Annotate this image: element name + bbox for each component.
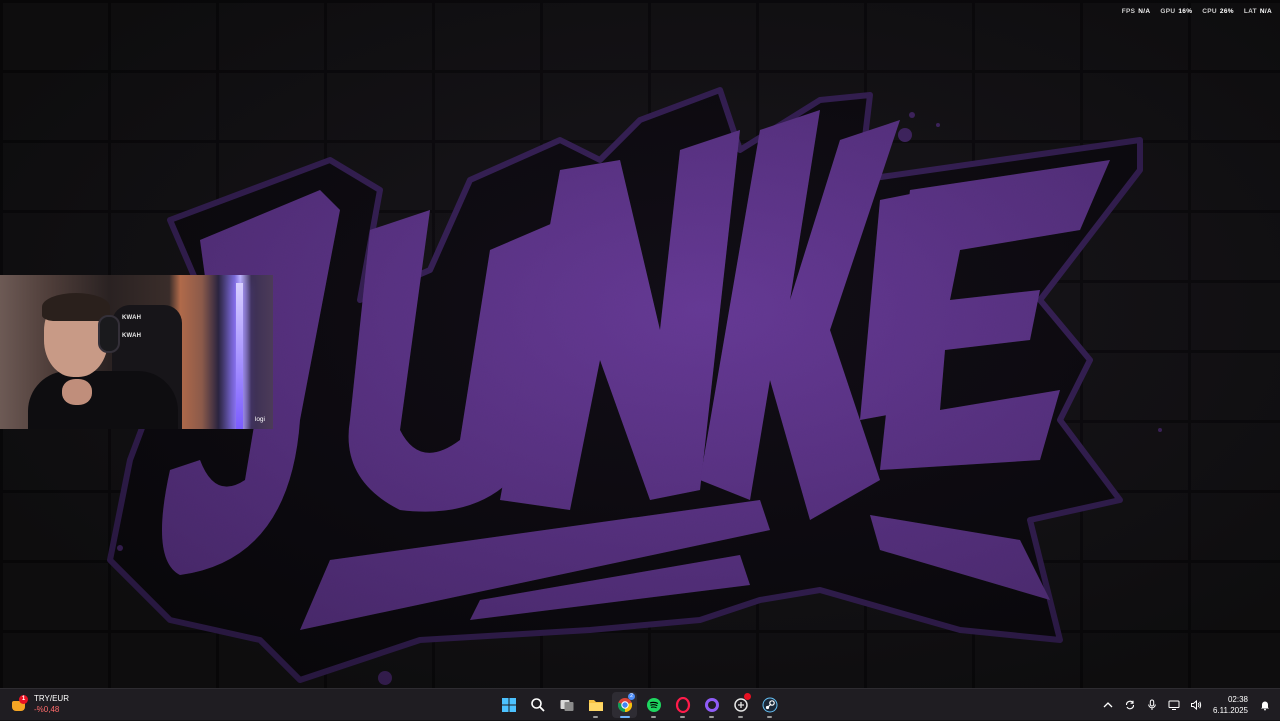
chair-logo-text-2: KWAH [122, 333, 142, 339]
network-icon [1168, 700, 1180, 710]
currency-icon: 1 [10, 695, 28, 713]
microphone-tray-button[interactable] [1145, 698, 1159, 712]
start-icon [501, 698, 516, 712]
task-view-icon [560, 700, 573, 711]
cpu-value: 26% [1219, 8, 1234, 15]
sync-tray-button[interactable] [1123, 698, 1137, 712]
microphone-icon [1148, 699, 1156, 710]
performance-overlay: FPS N/A GPU 16% CPU 26% LAT N/A [1122, 8, 1272, 15]
chrome-badge: 2 [628, 693, 635, 700]
taskbar-apps: 2 [496, 692, 782, 718]
desktop-wallpaper: FPS N/A GPU 16% CPU 26% LAT N/A KWAH KWA… [0, 0, 1280, 688]
chair-logo-text: KWAH [122, 315, 142, 321]
chrome-button[interactable]: 2 [612, 692, 637, 718]
steam-button[interactable] [757, 692, 782, 718]
gpu-metric: GPU 16% [1160, 8, 1192, 15]
letter-e [880, 160, 1110, 470]
volume-tray-button[interactable] [1189, 698, 1203, 712]
cpu-label: CPU [1202, 8, 1217, 15]
webcam-brand: logi [254, 416, 265, 423]
webcam-overlay[interactable]: KWAH KWAH logi [0, 275, 273, 429]
led-light-bar [236, 283, 243, 429]
opera-gx-button[interactable] [670, 692, 695, 718]
spotify-button[interactable] [641, 692, 666, 718]
obs-icon [704, 698, 719, 712]
person-body [28, 371, 178, 429]
widget-change: -%0,48 [34, 705, 60, 714]
person-hand [62, 379, 92, 405]
gpu-label: GPU [1160, 8, 1176, 15]
task-view-button[interactable] [554, 692, 579, 718]
search-icon [530, 698, 545, 712]
cpu-metric: CPU 26% [1202, 8, 1234, 15]
search-button[interactable] [525, 692, 550, 718]
fps-value: N/A [1138, 8, 1151, 15]
notification-badge [744, 693, 751, 700]
person-hair [42, 293, 110, 321]
spotify-icon [646, 698, 661, 712]
obs-button[interactable] [699, 692, 724, 718]
clock-date: 6.11.2025 [1213, 706, 1248, 715]
system-tray: 02:38 6.11.2025 [1101, 689, 1272, 721]
start-button[interactable] [496, 692, 521, 718]
widget-title: TRY/EUR [34, 694, 69, 703]
widget-badge: 1 [19, 695, 28, 704]
clock[interactable]: 02:38 6.11.2025 [1211, 694, 1250, 716]
steam-icon [762, 697, 777, 713]
latency-value: N/A [1259, 8, 1272, 15]
taskbar: 1 TRY/EUR -%0,48 2 02:38 6.11.2025 [0, 688, 1280, 720]
sync-icon [1125, 700, 1135, 710]
opera-gx-icon [675, 697, 690, 713]
file-explorer-button[interactable] [583, 692, 608, 718]
file-explorer-icon [588, 700, 603, 711]
fps-metric: FPS N/A [1122, 8, 1151, 15]
extension-app-button[interactable] [728, 692, 753, 718]
headset [98, 315, 120, 353]
gpu-value: 16% [1178, 8, 1193, 15]
latency-label: LAT [1243, 8, 1257, 15]
fps-label: FPS [1121, 8, 1136, 15]
latency-metric: LAT N/A [1244, 8, 1272, 15]
show-hidden-icons-button[interactable] [1101, 698, 1115, 712]
clock-time: 02:38 [1227, 695, 1248, 704]
notifications-button[interactable] [1258, 698, 1272, 712]
network-tray-button[interactable] [1167, 698, 1181, 712]
currency-widget[interactable]: 1 TRY/EUR -%0,48 [10, 693, 69, 715]
notification-bell-icon [1261, 701, 1269, 711]
volume-icon [1191, 699, 1202, 711]
chevron-up-icon [1103, 702, 1113, 708]
